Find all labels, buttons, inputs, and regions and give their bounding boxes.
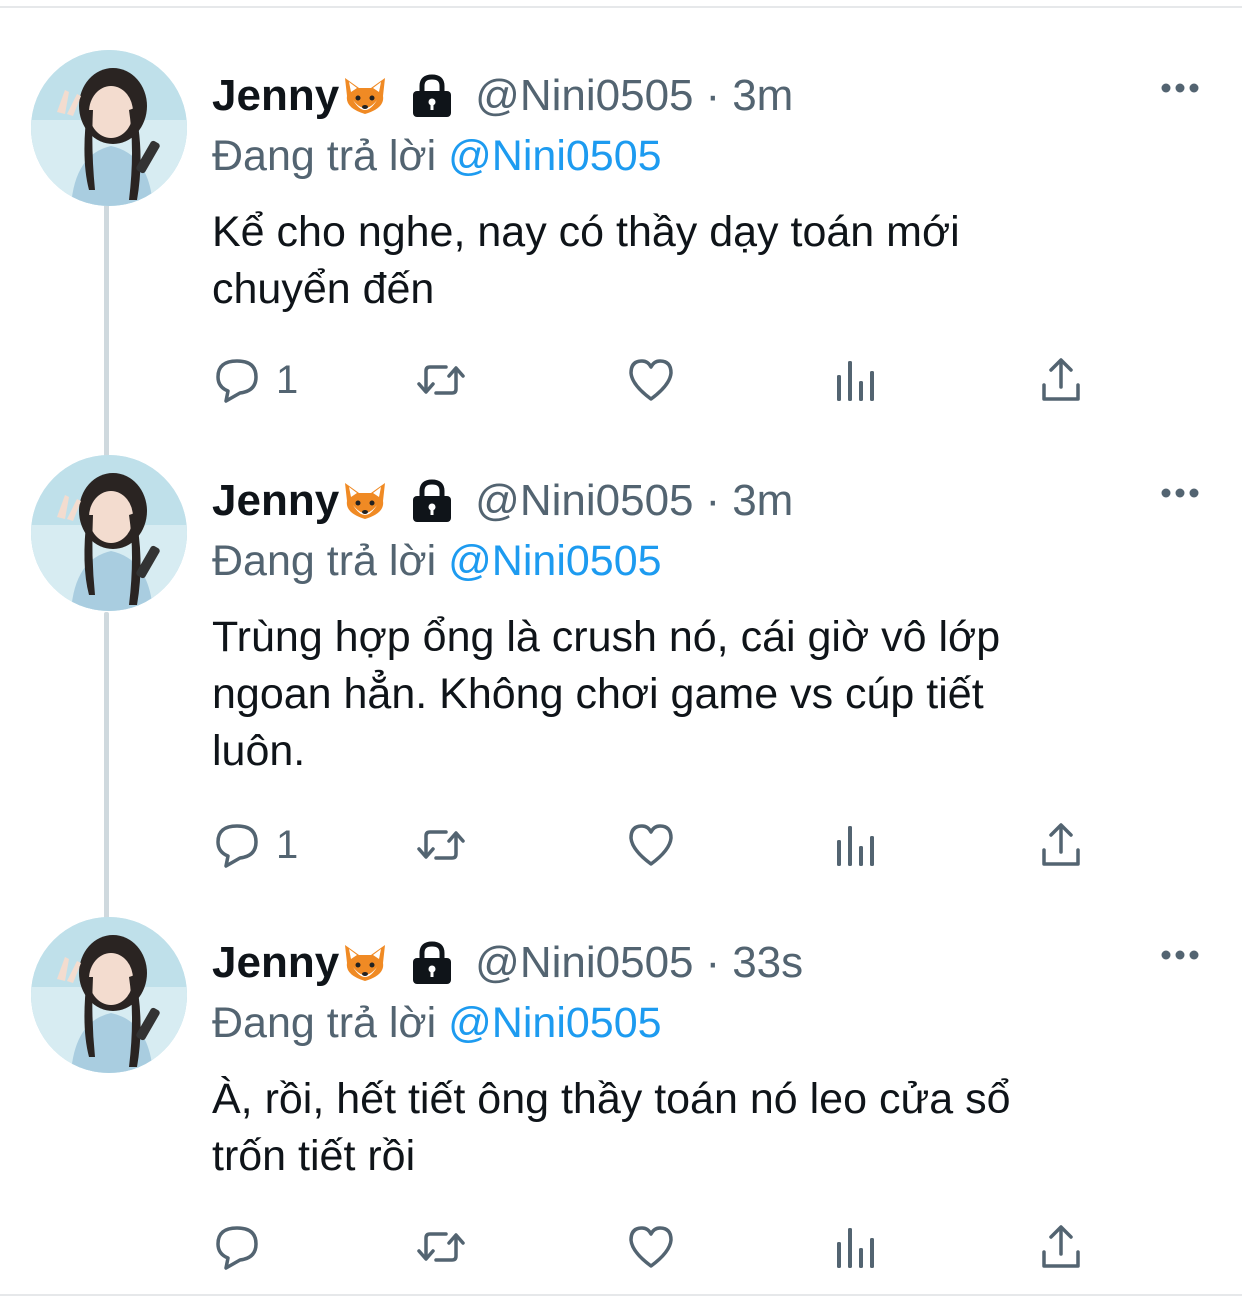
avatar[interactable] xyxy=(31,50,187,206)
lock-icon xyxy=(409,479,455,523)
views-button[interactable] xyxy=(832,819,882,871)
top-divider xyxy=(0,6,1242,8)
reply-icon xyxy=(216,359,258,403)
timestamp[interactable]: 3m xyxy=(732,71,793,121)
share-icon xyxy=(1042,823,1080,866)
retweet-button[interactable] xyxy=(416,1221,466,1273)
lock-icon xyxy=(409,74,455,118)
timestamp[interactable]: 33s xyxy=(732,938,803,988)
mention-link[interactable]: @Nini0505 xyxy=(448,537,661,585)
tweet[interactable]: Jenny @Nini0505 · 3m Đang trả lời @Nini0… xyxy=(0,50,1242,430)
reply-button[interactable] xyxy=(212,1221,276,1273)
reply-button[interactable]: 1 xyxy=(212,354,298,406)
views-button[interactable] xyxy=(832,354,882,406)
retweet-button[interactable] xyxy=(416,819,466,871)
separator: · xyxy=(705,938,721,987)
like-button[interactable] xyxy=(626,819,676,871)
replying-label: Đang trả lời xyxy=(212,999,437,1047)
tweet-text: À, rồi, hết tiết ông thầy toán nó leo cử… xyxy=(212,1075,1011,1180)
more-icon[interactable] xyxy=(1158,78,1202,98)
separator: · xyxy=(705,71,721,120)
fox-face-icon xyxy=(341,479,389,523)
timestamp[interactable]: 3m xyxy=(732,476,793,526)
mention-link[interactable]: @Nini0505 xyxy=(448,132,661,180)
lock-icon xyxy=(409,941,455,985)
retweet-icon xyxy=(417,365,465,395)
share-icon xyxy=(1042,358,1080,401)
views-icon xyxy=(837,1228,874,1268)
tweet-text: Trùng hợp ổng là crush nó, cái giờ vô lớ… xyxy=(212,613,1001,775)
mention-link[interactable]: @Nini0505 xyxy=(448,999,661,1047)
display-name[interactable]: Jenny xyxy=(212,938,339,988)
tweet[interactable]: Jenny @Nini0505 · 33s Đang trả lời @Nini… xyxy=(0,917,1242,1277)
tweet-text: Kể cho nghe, nay có thầy dạy toán mới ch… xyxy=(212,208,960,313)
replying-to: Đang trả lời @Nini0505 xyxy=(212,132,662,181)
reply-icon xyxy=(216,1226,258,1270)
retweet-icon xyxy=(417,1232,465,1262)
action-bar xyxy=(212,1221,1112,1273)
retweet-button[interactable] xyxy=(416,354,466,406)
heart-icon xyxy=(629,824,673,866)
bottom-divider xyxy=(0,1294,1242,1296)
tweet[interactable]: Jenny @Nini0505 · 3m Đang trả lời @Nini0… xyxy=(0,455,1242,885)
more-icon[interactable] xyxy=(1158,945,1202,965)
separator: · xyxy=(705,476,721,525)
heart-icon xyxy=(629,1226,673,1268)
share-button[interactable] xyxy=(1036,1221,1086,1273)
avatar[interactable] xyxy=(31,455,187,611)
display-name[interactable]: Jenny xyxy=(212,71,339,121)
display-name[interactable]: Jenny xyxy=(212,476,339,526)
more-icon[interactable] xyxy=(1158,483,1202,503)
share-icon xyxy=(1042,1225,1080,1268)
tweet-header: Jenny @Nini0505 · 3m xyxy=(212,66,793,126)
avatar[interactable] xyxy=(31,917,187,1073)
reply-button[interactable]: 1 xyxy=(212,819,298,871)
handle[interactable]: @Nini0505 xyxy=(475,938,693,988)
like-button[interactable] xyxy=(626,354,676,406)
share-button[interactable] xyxy=(1036,819,1086,871)
reply-count: 1 xyxy=(276,822,299,867)
tweet-header: Jenny @Nini0505 · 33s xyxy=(212,933,803,993)
handle[interactable]: @Nini0505 xyxy=(475,476,693,526)
action-bar: 1 xyxy=(212,819,1112,871)
heart-icon xyxy=(629,359,673,401)
like-button[interactable] xyxy=(626,1221,676,1273)
views-icon xyxy=(837,361,874,401)
views-button[interactable] xyxy=(832,1221,882,1273)
fox-face-icon xyxy=(341,74,389,118)
action-bar: 1 xyxy=(212,354,1112,406)
retweet-icon xyxy=(417,830,465,860)
replying-to: Đang trả lời @Nini0505 xyxy=(212,537,662,586)
reply-count: 1 xyxy=(276,357,299,402)
share-button[interactable] xyxy=(1036,354,1086,406)
fox-face-icon xyxy=(341,941,389,985)
replying-to: Đang trả lời @Nini0505 xyxy=(212,999,662,1048)
replying-label: Đang trả lời xyxy=(212,537,437,585)
reply-icon xyxy=(216,824,258,868)
views-icon xyxy=(837,826,874,866)
tweet-header: Jenny @Nini0505 · 3m xyxy=(212,471,793,531)
replying-label: Đang trả lời xyxy=(212,132,437,180)
handle[interactable]: @Nini0505 xyxy=(475,71,693,121)
